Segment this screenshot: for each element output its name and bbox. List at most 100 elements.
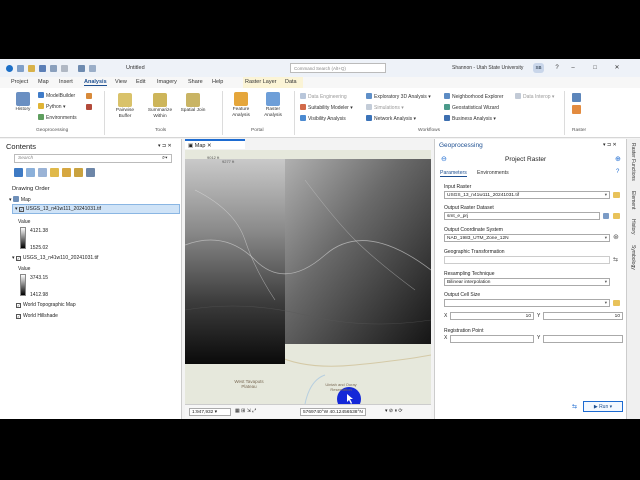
folder-icon[interactable] bbox=[613, 300, 620, 306]
raster-tool-icon[interactable] bbox=[572, 105, 581, 114]
list-by-charts-icon[interactable] bbox=[86, 168, 95, 177]
swap-icon[interactable]: ⇆ bbox=[613, 256, 618, 263]
data-engineering-button[interactable]: Data Engineering bbox=[300, 93, 347, 100]
visibility-checkbox[interactable]: ✓ bbox=[18, 207, 24, 212]
tab-element[interactable]: Element bbox=[630, 191, 636, 209]
map-canvas[interactable] bbox=[185, 150, 431, 404]
expand-icon[interactable]: ▾ bbox=[9, 197, 12, 203]
tab-help[interactable]: Help bbox=[212, 79, 223, 85]
tab-raster-functions[interactable]: Raster Functions bbox=[630, 143, 636, 181]
environments-button[interactable]: Environments bbox=[38, 114, 77, 121]
visibility-checkbox[interactable]: ✓ bbox=[15, 256, 21, 261]
registration-y-input[interactable] bbox=[543, 335, 623, 343]
back-icon[interactable]: ⊖ bbox=[441, 155, 447, 163]
list-by-labeling-icon[interactable] bbox=[74, 168, 83, 177]
toc-map-item[interactable]: ▾ Map bbox=[9, 196, 31, 203]
save-icon[interactable] bbox=[39, 64, 46, 72]
pairwise-buffer-button[interactable]: Pairwise Buffer bbox=[111, 93, 139, 120]
cell-size-y-input[interactable]: 10 bbox=[543, 312, 623, 320]
folder-icon[interactable] bbox=[613, 213, 620, 219]
toolbox-icon[interactable] bbox=[86, 104, 92, 110]
tab-analysis[interactable]: Analysis bbox=[84, 79, 107, 86]
toolbar-icon[interactable] bbox=[50, 64, 57, 72]
toc-basemap-row[interactable]: ✓ World Hillshade bbox=[16, 313, 58, 319]
neighborhood-explorer-button[interactable]: Neighborhood Explorer bbox=[444, 93, 503, 100]
geostatistical-wizard-button[interactable]: Geostatistical Wizard bbox=[444, 104, 499, 111]
raster-functions-icon[interactable] bbox=[572, 93, 581, 102]
maximize-button[interactable]: □ bbox=[590, 63, 600, 73]
visibility-checkbox[interactable]: ✓ bbox=[16, 303, 21, 308]
chevron-down-icon[interactable]: ▾ bbox=[605, 235, 607, 241]
tab-raster-layer[interactable]: Raster Layer bbox=[245, 79, 277, 85]
suitability-modeler-button[interactable]: Suitability Modeler ▾ bbox=[300, 104, 353, 111]
open-history-icon[interactable]: ⇆ bbox=[572, 403, 577, 410]
visibility-analysis-button[interactable]: Visibility Analysis bbox=[300, 115, 346, 122]
chevron-down-icon[interactable]: ▾ bbox=[605, 300, 607, 306]
globe-icon[interactable]: ⊛ bbox=[613, 233, 619, 241]
toc-layer-row[interactable]: ▾ ✓ USGS_13_n41w110_20241031.tif bbox=[12, 255, 98, 261]
geographic-transformation-field[interactable] bbox=[444, 256, 610, 264]
tab-imagery[interactable]: Imagery bbox=[157, 79, 177, 85]
list-by-selection-icon[interactable] bbox=[38, 168, 47, 177]
table-icon[interactable] bbox=[603, 213, 609, 219]
tab-project[interactable]: Project bbox=[11, 79, 28, 85]
chevron-down-icon[interactable]: ▾ bbox=[605, 192, 607, 198]
tab-data[interactable]: Data bbox=[285, 79, 297, 85]
tab-environments[interactable]: Environments bbox=[477, 170, 509, 176]
history-button[interactable]: History bbox=[12, 92, 34, 113]
run-button[interactable]: ▶ Run ▾ bbox=[583, 401, 623, 412]
exploratory-3d-button[interactable]: Exploratory 3D Analysis ▾ bbox=[366, 93, 431, 100]
python-button[interactable]: Python ▾ bbox=[38, 103, 65, 110]
open-folder-icon[interactable] bbox=[28, 64, 35, 72]
tab-parameters[interactable]: Parameters bbox=[440, 170, 467, 177]
registration-x-input[interactable] bbox=[450, 335, 534, 343]
modelbuilder-button[interactable]: ModelBuilder bbox=[38, 92, 75, 99]
add-icon[interactable]: ⊕ bbox=[615, 155, 621, 163]
folder-icon[interactable] bbox=[613, 192, 620, 198]
list-by-drawing-order-icon[interactable] bbox=[14, 168, 23, 177]
output-coordinate-system-select[interactable]: NAD_1983_UTM_Zone_12N ▾ bbox=[444, 234, 610, 242]
summarize-within-button[interactable]: Summarize Within bbox=[145, 93, 175, 120]
toolbar-icon[interactable] bbox=[61, 64, 68, 72]
business-analysis-button[interactable]: Business Analysis ▾ bbox=[444, 115, 496, 122]
close-icon[interactable]: ✕ bbox=[207, 143, 212, 149]
tab-map[interactable]: Map bbox=[38, 79, 49, 85]
tab-symbology[interactable]: Symbology bbox=[630, 245, 636, 270]
list-by-source-icon[interactable] bbox=[26, 168, 35, 177]
map-view-tab[interactable]: ▣ Map ✕ bbox=[185, 139, 245, 149]
toc-basemap-row[interactable]: ✓ World Topographic Map bbox=[16, 302, 76, 308]
chevron-down-icon[interactable]: ▾ bbox=[605, 279, 607, 285]
feature-analysis-button[interactable]: Feature Analysis bbox=[227, 92, 255, 119]
search-icon[interactable]: ⌕▾ bbox=[162, 155, 167, 162]
tab-edit[interactable]: Edit bbox=[136, 79, 145, 85]
data-interop-button[interactable]: Data Interop ▾ bbox=[515, 93, 554, 100]
document-title[interactable]: Untitled bbox=[126, 65, 145, 71]
output-dataset-field[interactable]: smt_e_prj bbox=[444, 212, 600, 220]
map-view[interactable]: 9012 ft 9277 ft West Tavaputs Plateau Ui… bbox=[185, 150, 431, 404]
redo-icon[interactable] bbox=[89, 64, 96, 72]
avatar[interactable]: SB bbox=[533, 63, 544, 73]
list-by-snapping-icon[interactable] bbox=[62, 168, 71, 177]
toolbox-icon[interactable] bbox=[86, 93, 92, 99]
tab-history[interactable]: History bbox=[630, 219, 636, 235]
simulations-button[interactable]: Simulations ▾ bbox=[366, 104, 404, 111]
resampling-technique-select[interactable]: Bilinear interpolation ▾ bbox=[444, 278, 610, 286]
search-input[interactable]: Search bbox=[14, 154, 172, 163]
output-cell-size-select[interactable]: ▾ bbox=[444, 299, 610, 307]
command-search-input[interactable]: Command Search (Alt+Q) bbox=[290, 63, 386, 73]
new-project-icon[interactable] bbox=[17, 64, 24, 72]
help-icon[interactable]: ? bbox=[552, 63, 562, 73]
spatial-join-button[interactable]: Spatial Join bbox=[180, 93, 206, 114]
tab-share[interactable]: Share bbox=[188, 79, 203, 85]
undo-icon[interactable] bbox=[78, 64, 85, 72]
tab-view[interactable]: View bbox=[115, 79, 127, 85]
status-icons[interactable]: ▾ ⊘ ⏸ ⟳ bbox=[385, 408, 403, 414]
scale-field[interactable]: 1:947,932 ▾ bbox=[189, 408, 231, 416]
visibility-checkbox[interactable]: ✓ bbox=[16, 314, 21, 319]
raster-analysis-button[interactable]: Raster Analysis bbox=[259, 92, 287, 119]
network-analysis-button[interactable]: Network Analysis ▾ bbox=[366, 115, 416, 122]
pane-options-icon[interactable]: ▾ ⊐ ✕ bbox=[603, 142, 617, 148]
help-icon[interactable]: ? bbox=[616, 169, 619, 175]
list-by-editing-icon[interactable] bbox=[50, 168, 59, 177]
tab-insert[interactable]: Insert bbox=[59, 79, 73, 85]
